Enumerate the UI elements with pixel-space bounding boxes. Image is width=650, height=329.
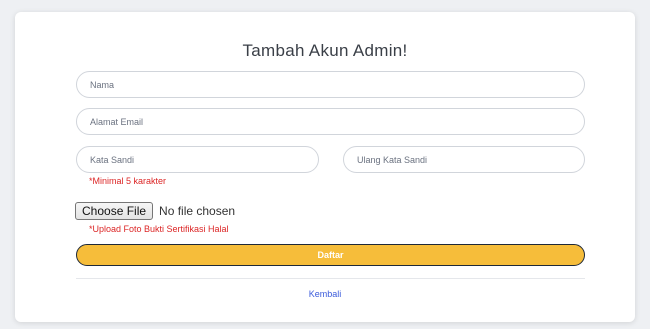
choose-file-button[interactable]: Choose File — [75, 202, 154, 220]
divider — [76, 278, 585, 279]
back-link[interactable]: Kembali — [15, 289, 635, 299]
register-card: Tambah Akun Admin! *Minimal 5 karakter C… — [15, 12, 635, 322]
page-title: Tambah Akun Admin! — [242, 41, 408, 60]
password-hint: *Minimal 5 karakter — [89, 176, 167, 186]
file-upload: Choose File No file chosen — [75, 201, 235, 221]
password-input[interactable] — [76, 146, 319, 173]
repeat-password-input[interactable] — [343, 146, 585, 173]
register-button[interactable]: Daftar — [76, 244, 585, 266]
email-input[interactable] — [76, 108, 585, 135]
file-status: No file chosen — [159, 204, 236, 218]
file-hint: *Upload Foto Bukti Sertifikasi Halal — [89, 224, 229, 234]
name-input[interactable] — [76, 71, 585, 98]
